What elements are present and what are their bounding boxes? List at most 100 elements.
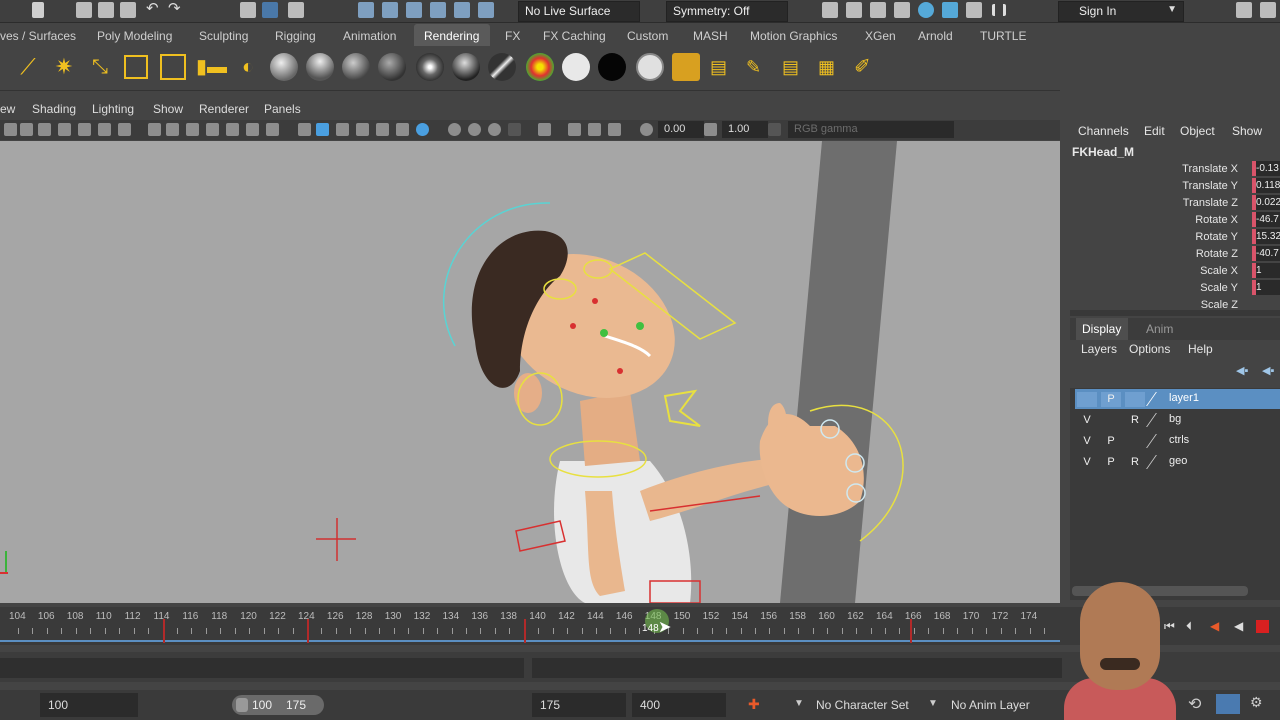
tab-arnold[interactable]: Arnold xyxy=(918,29,953,43)
tab-anim[interactable]: Anim xyxy=(1146,322,1173,336)
character-set-label[interactable]: No Character Set xyxy=(816,698,909,712)
film-gate-icon[interactable] xyxy=(148,123,161,136)
smooth-shade-all-icon[interactable] xyxy=(316,123,329,136)
attr-value-rotate-x[interactable]: -46.7 xyxy=(1252,212,1280,227)
arnold-render-icon[interactable] xyxy=(942,2,958,18)
surface-shader-icon[interactable] xyxy=(416,53,444,81)
attr-value-translate-x[interactable]: -0.13 xyxy=(1252,161,1280,176)
step-back-frame-icon[interactable]: ⏴ xyxy=(1186,619,1192,634)
select-by-object-icon[interactable] xyxy=(262,2,278,18)
light-editor-icon[interactable]: ◐ xyxy=(234,53,262,81)
menu-layers[interactable]: Layers xyxy=(1081,342,1117,356)
menu-view[interactable]: ew xyxy=(0,102,15,116)
chevron-down-icon[interactable]: ▼ xyxy=(928,698,938,709)
tab-rigging[interactable]: Rigging xyxy=(275,29,316,43)
range-slider-handle[interactable]: 100 175 xyxy=(232,695,324,715)
grease-pencil-icon[interactable] xyxy=(98,123,111,136)
backface-culling-icon[interactable] xyxy=(608,123,621,136)
snap-view-plane-icon[interactable] xyxy=(430,2,446,18)
attr-value-scale-y[interactable]: 1 xyxy=(1252,280,1280,295)
area-light-icon[interactable] xyxy=(124,55,148,79)
menu-shading[interactable]: Shading xyxy=(32,102,76,116)
shader-sphere-icon[interactable] xyxy=(270,53,298,81)
gate-mask-icon[interactable] xyxy=(186,123,199,136)
select-by-hierarchy-icon[interactable] xyxy=(240,2,256,18)
layer-color-swatch[interactable] xyxy=(1146,413,1171,427)
start-time-field[interactable]: 100 xyxy=(40,693,138,717)
range-handle-left-icon[interactable] xyxy=(236,698,248,712)
use-all-lights-icon[interactable] xyxy=(376,123,389,136)
ipr-render-icon[interactable] xyxy=(870,2,886,18)
hypershade-icon[interactable] xyxy=(918,2,934,18)
tab-xgen[interactable]: XGen xyxy=(865,29,896,43)
layer-playback-toggle[interactable] xyxy=(1101,413,1121,428)
make-live-icon[interactable] xyxy=(454,2,470,18)
pause-icon[interactable] xyxy=(992,4,1006,16)
loop-icon[interactable]: ⟲ xyxy=(1188,694,1201,714)
xray-joints-icon[interactable] xyxy=(568,123,581,136)
attr-value-rotate-y[interactable]: 15.32 xyxy=(1252,229,1280,244)
layer-reference-toggle[interactable]: R xyxy=(1125,413,1145,428)
layer-color-swatch[interactable] xyxy=(1146,434,1171,448)
color-space-dropdown[interactable]: RGB gamma xyxy=(788,121,954,138)
viewport-3d[interactable] xyxy=(0,141,1060,603)
layer-visibility-toggle[interactable]: V xyxy=(1077,455,1097,470)
tab-display[interactable]: Display xyxy=(1082,322,1121,336)
channel-box-splitter[interactable] xyxy=(1070,310,1280,316)
tab-sculpting[interactable]: Sculpting xyxy=(199,29,248,43)
light-link-icon[interactable]: ▮▬ xyxy=(196,53,227,81)
wireframe-on-shaded-icon[interactable] xyxy=(336,123,349,136)
tab-motion-graphics[interactable]: Motion Graphics xyxy=(750,29,837,43)
layer-color-swatch[interactable] xyxy=(1146,455,1171,469)
workspace-icon[interactable] xyxy=(1236,2,1252,18)
undo-icon[interactable]: ↶ xyxy=(146,1,162,18)
gamma-icon[interactable] xyxy=(704,123,717,136)
layer-row-bg[interactable]: V R bg xyxy=(1075,410,1280,430)
anim-end-field[interactable]: 400 xyxy=(632,693,726,717)
volume-light-icon[interactable] xyxy=(160,54,186,80)
snap-grid-icon[interactable] xyxy=(358,2,374,18)
snap-point-icon[interactable] xyxy=(406,2,422,18)
render-batch-icon[interactable]: ▦ xyxy=(818,53,846,81)
toggle-sidebar-icon[interactable] xyxy=(1260,2,1276,18)
image-plane-icon[interactable] xyxy=(58,123,71,136)
move-layer-down-icon[interactable]: ◀▪ xyxy=(1262,364,1274,377)
field-chart-icon[interactable] xyxy=(206,123,219,136)
anisotropic-shader-icon[interactable] xyxy=(452,53,480,81)
render-brush-icon[interactable]: ✐ xyxy=(854,53,882,81)
attr-value-scale-x[interactable]: 1 xyxy=(1252,263,1280,278)
textured-icon[interactable] xyxy=(356,123,369,136)
menu-lighting[interactable]: Lighting xyxy=(92,102,134,116)
tab-curves-surfaces[interactable]: ves / Surfaces xyxy=(0,29,76,43)
layer-name[interactable]: layer1 xyxy=(1169,392,1199,404)
layer-visibility-toggle[interactable]: V xyxy=(1077,413,1097,428)
menu-channels[interactable]: Channels xyxy=(1078,124,1129,138)
bookmark-icon[interactable] xyxy=(38,123,51,136)
new-scene-icon[interactable] xyxy=(76,2,92,18)
live-surface-field[interactable]: No Live Surface xyxy=(518,1,640,22)
layer-visibility-toggle[interactable] xyxy=(1077,392,1097,407)
layer-playback-toggle[interactable]: P xyxy=(1101,455,1121,470)
attr-value-translate-y[interactable]: 0.118 xyxy=(1252,178,1280,193)
lambert-sphere-icon[interactable] xyxy=(306,53,334,81)
range-slider-track-left[interactable] xyxy=(0,658,524,678)
layer-color-swatch[interactable] xyxy=(1146,392,1171,406)
xray-components-icon[interactable] xyxy=(588,123,601,136)
anim-layer-label[interactable]: No Anim Layer xyxy=(951,698,1030,712)
layer-name[interactable]: geo xyxy=(1169,455,1187,467)
safe-action-icon[interactable] xyxy=(226,123,239,136)
menu-object[interactable]: Object xyxy=(1180,124,1215,138)
directional-light-icon[interactable]: ⤡ xyxy=(86,53,114,81)
layer-row-ctrls[interactable]: V P ctrls xyxy=(1075,431,1280,451)
safe-title-icon[interactable] xyxy=(246,123,259,136)
exposure-field[interactable]: 0.00 xyxy=(658,121,704,138)
select-by-component-icon[interactable] xyxy=(288,2,304,18)
stop-icon[interactable] xyxy=(1256,620,1269,633)
isolate-select-icon[interactable] xyxy=(508,123,521,136)
chevron-down-icon[interactable]: ▼ xyxy=(794,698,804,709)
layer-row-layer1[interactable]: P layer1 xyxy=(1075,389,1280,409)
preferences-icon[interactable] xyxy=(1216,694,1240,714)
save-scene-icon[interactable] xyxy=(120,2,136,18)
menu-help[interactable]: Help xyxy=(1188,342,1213,356)
light-spot-icon[interactable]: ⟋ xyxy=(14,53,42,81)
